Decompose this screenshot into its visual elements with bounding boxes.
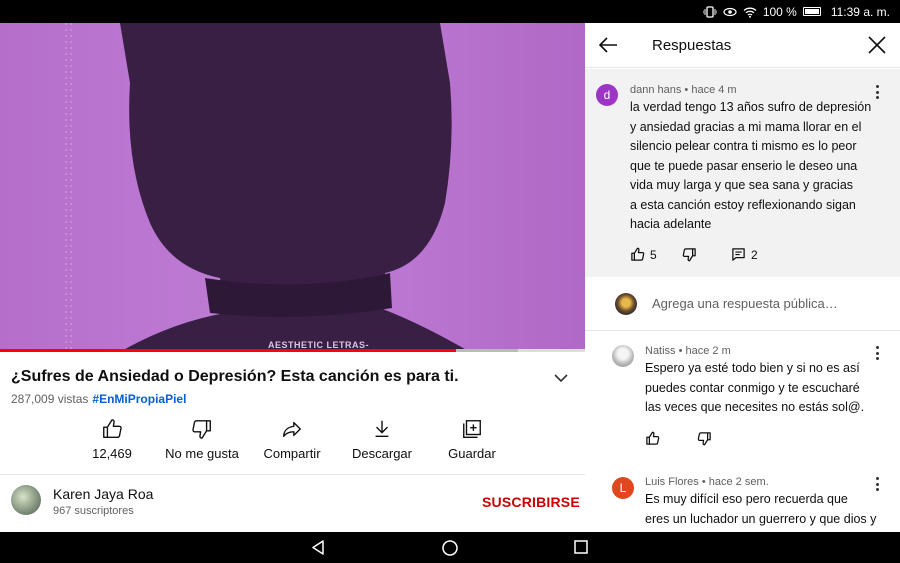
clock: 11:39 a. m. <box>830 4 890 19</box>
comment-author: dann hans • hace 4 m <box>630 84 737 96</box>
comment-like-button[interactable]: 5 <box>630 247 657 262</box>
comment-replies-button[interactable]: 2 <box>731 247 758 262</box>
commenter-avatar[interactable] <box>612 345 634 367</box>
close-icon[interactable] <box>868 36 886 59</box>
action-row: 12,469 No me gusta Compartir Descargar G… <box>0 418 585 468</box>
more-options-icon[interactable] <box>875 85 879 99</box>
vibrate-icon <box>702 5 717 18</box>
dislike-button[interactable]: No me gusta <box>152 418 252 461</box>
video-player[interactable]: AESTHETIC LETRAS- <box>0 23 585 352</box>
share-button[interactable]: Compartir <box>242 418 342 461</box>
reply-input-row[interactable]: Agrega una respuesta pública… <box>585 277 900 331</box>
battery-percent: 100 % <box>762 4 797 19</box>
comment-dislike-button[interactable] <box>682 247 697 262</box>
more-options-icon[interactable] <box>875 346 879 360</box>
battery-icon <box>802 7 821 16</box>
dislike-label: No me gusta <box>165 446 239 461</box>
thumbs-down-icon <box>697 432 711 446</box>
thumbs-up-icon <box>103 419 122 438</box>
eye-comfort-icon <box>723 6 737 18</box>
video-title[interactable]: ¿Sufres de Ansiedad o Depresión? Esta ca… <box>11 368 459 386</box>
like-count: 12,469 <box>92 446 132 461</box>
comment-reply-count: 2 <box>751 247 758 262</box>
chevron-down-icon[interactable] <box>553 370 569 388</box>
channel-avatar[interactable] <box>11 485 41 515</box>
channel-name[interactable]: Karen Jaya Roa <box>53 486 153 502</box>
save-label: Guardar <box>448 446 496 461</box>
comment-like-count: 5 <box>650 247 657 262</box>
video-frame <box>0 23 585 352</box>
back-arrow-icon[interactable] <box>598 36 618 59</box>
thumbs-down-icon <box>682 248 696 262</box>
panel-header: Respuestas <box>585 23 900 68</box>
reply-author: Luis Flores • hace 2 sem. <box>645 476 769 488</box>
comment-text: la verdad tengo 13 años sufro de depresi… <box>630 100 872 231</box>
divider <box>0 474 585 475</box>
view-count: 287,009 vistas <box>11 392 89 406</box>
wifi-icon <box>743 6 757 18</box>
commenter-avatar[interactable]: L <box>612 477 634 499</box>
thumbs-up-icon <box>646 431 660 445</box>
reply-dislike-button[interactable] <box>697 431 712 446</box>
parent-comment: d dann hans • hace 4 m la verdad tengo 1… <box>585 69 900 277</box>
thumbs-down-icon <box>192 420 211 439</box>
download-icon <box>375 420 389 438</box>
add-to-playlist-icon <box>463 420 481 438</box>
status-bar: 100 % 11:39 a. m. <box>0 0 900 23</box>
like-button[interactable]: 12,469 <box>62 418 162 461</box>
download-button[interactable]: Descargar <box>332 418 432 461</box>
reply-text: Es muy difícil eso pero recuerda que ere… <box>645 492 877 526</box>
subscriber-count: 967 suscriptores <box>53 505 134 517</box>
thumbs-up-icon <box>631 247 645 261</box>
save-button[interactable]: Guardar <box>422 418 522 461</box>
reply-input[interactable]: Agrega una respuesta pública… <box>652 296 838 311</box>
hashtag-link[interactable]: #EnMiPropiaPiel <box>92 392 186 406</box>
panel-title: Respuestas <box>652 37 732 54</box>
user-avatar <box>615 293 637 315</box>
reply-comment-icon <box>732 248 745 261</box>
more-options-icon[interactable] <box>875 477 879 491</box>
commenter-avatar[interactable]: d <box>596 84 618 106</box>
reply-like-button[interactable] <box>645 431 660 446</box>
reply-text: Espero ya esté todo bien y si no es así … <box>645 361 865 414</box>
navigation-bar <box>0 532 900 563</box>
video-details: ¿Sufres de Ansiedad o Depresión? Esta ca… <box>0 352 585 532</box>
replies-panel: Respuestas d dann hans • hace 4 m la ver… <box>585 23 900 532</box>
share-icon <box>283 421 301 438</box>
recents-nav-icon[interactable] <box>574 540 588 559</box>
video-meta: 287,009 vistas #EnMiPropiaPiel <box>11 392 186 406</box>
subscribe-button[interactable]: SUSCRIBIRSE <box>482 494 580 510</box>
download-label: Descargar <box>352 446 412 461</box>
share-label: Compartir <box>263 446 321 461</box>
home-nav-icon[interactable] <box>442 540 458 561</box>
reply-author: Natiss • hace 2 m <box>645 345 731 357</box>
back-nav-icon[interactable] <box>311 540 325 560</box>
